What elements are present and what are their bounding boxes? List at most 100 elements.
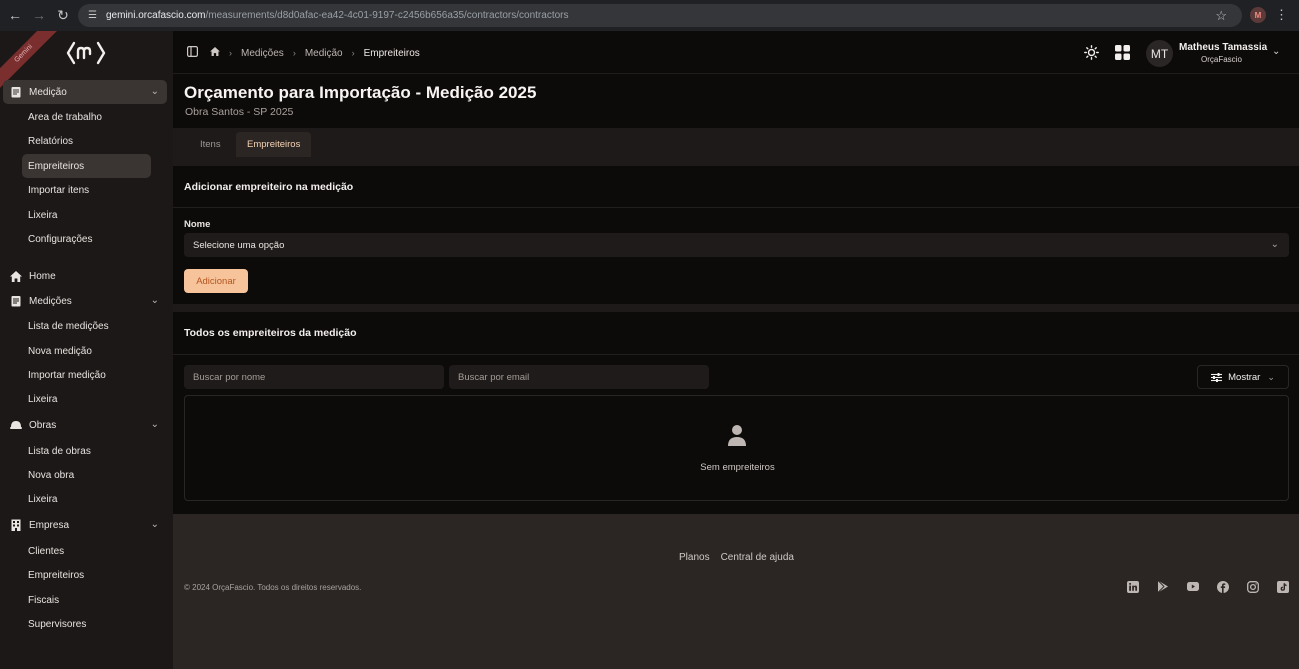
browser-profile-avatar[interactable]: M	[1250, 7, 1266, 23]
page-title: Orçamento para Importação - Medição 2025	[184, 83, 537, 102]
sidebar-item-importar-itens[interactable]: Importar itens	[22, 178, 151, 202]
sidebar-toggle-icon[interactable]	[187, 46, 199, 60]
sidebar-group-medicao[interactable]: Medição ⌄	[3, 80, 167, 104]
sidebar-item-supervisores[interactable]: Supervisores	[22, 612, 151, 636]
empty-state: Sem empreiteiros	[184, 395, 1289, 501]
breadcrumb: › Medições › Medição › Empreiteiros	[187, 46, 420, 60]
footer-link-central-de-ajuda[interactable]: Central de ajuda	[721, 552, 794, 563]
search-name-input[interactable]	[184, 365, 444, 389]
sun-icon[interactable]	[1084, 45, 1099, 60]
sidebar-item-relatorios[interactable]: Relatórios	[22, 129, 151, 153]
user-organization: OrçaFascio	[1201, 55, 1242, 64]
building-icon	[10, 519, 22, 531]
breadcrumb-medicoes[interactable]: Medições	[241, 48, 284, 59]
browser-toolbar: ← → ↻ ☰ gemini.orcafascio.com/measuremen…	[0, 0, 1299, 31]
contractor-select[interactable]: Selecione uma opção ⌄	[184, 233, 1289, 257]
sidebar-group-medicoes[interactable]: Medições ⌄	[3, 289, 167, 313]
add-button[interactable]: Adicionar	[184, 269, 248, 293]
play-icon[interactable]	[1156, 580, 1169, 593]
page-header: Orçamento para Importação - Medição 2025…	[173, 74, 1299, 128]
address-bar[interactable]: ☰ gemini.orcafascio.com/measurements/d8d…	[78, 4, 1242, 27]
chevron-right-icon: ›	[351, 48, 355, 58]
home-icon[interactable]	[210, 47, 220, 59]
sidebar: Gemini Medição ⌄ Area de trabalho Relató…	[0, 31, 173, 669]
empty-state-text: Sem empreiteiros	[700, 462, 775, 473]
youtube-icon[interactable]	[1186, 580, 1199, 593]
show-button-label: Mostrar	[1228, 371, 1261, 383]
back-icon[interactable]: ←	[2, 2, 28, 28]
sidebar-item-lista-de-obras[interactable]: Lista de obras	[22, 439, 151, 463]
card-title: Adicionar empreiteiro na medição	[184, 181, 354, 193]
sidebar-item-fiscais[interactable]: Fiscais	[22, 588, 151, 612]
chevron-right-icon: ›	[292, 48, 296, 58]
tabs: Itens Empreiteiros	[173, 128, 1299, 157]
footer-links: Planos Central de ajuda	[679, 552, 794, 563]
sidebar-item-importar-medicao[interactable]: Importar medição	[22, 363, 151, 387]
footer-link-planos[interactable]: Planos	[679, 552, 710, 563]
home-icon	[10, 270, 22, 282]
clipboard-icon	[10, 295, 22, 307]
instagram-icon[interactable]	[1246, 580, 1259, 593]
chevron-down-icon[interactable]: ⌄	[1272, 46, 1280, 57]
sidebar-item-nova-medicao[interactable]: Nova medição	[22, 339, 151, 363]
sidebar-item-lista-de-medicoes[interactable]: Lista de medições	[22, 314, 151, 338]
section-gap	[173, 157, 1299, 166]
divider	[173, 354, 1299, 355]
top-bar: › Medições › Medição › Empreiteiros MT M…	[173, 31, 1299, 74]
linkedin-icon[interactable]	[1126, 580, 1139, 593]
tab-empreiteiros[interactable]: Empreiteiros	[236, 132, 312, 157]
sidebar-item-empreiteiros[interactable]: Empreiteiros	[22, 563, 151, 587]
sidebar-group-label: Obras	[29, 419, 57, 431]
sidebar-group-empresa[interactable]: Empresa ⌄	[3, 513, 167, 537]
apps-grid-icon[interactable]	[1115, 45, 1130, 60]
divider	[173, 207, 1299, 208]
facebook-icon[interactable]	[1216, 580, 1229, 593]
chevron-down-icon: ⌄	[1270, 239, 1279, 250]
sidebar-group-obras[interactable]: Obras ⌄	[3, 413, 167, 437]
add-contractor-card: Adicionar empreiteiro na medição Nome Se…	[173, 166, 1299, 304]
footer: Planos Central de ajuda © 2024 OrçaFasci…	[173, 514, 1299, 669]
url-path: /measurements/d8d0afac-ea42-4c01-9197-c2…	[205, 10, 569, 21]
sliders-icon	[1211, 372, 1223, 382]
chevron-down-icon: ⌄	[1267, 371, 1275, 382]
copyright: © 2024 OrçaFascio. Todos os direitos res…	[184, 583, 362, 592]
helmet-icon	[10, 419, 22, 431]
card-title: Todos os empreiteiros da medição	[184, 327, 357, 339]
reload-icon[interactable]: ↻	[50, 2, 76, 28]
select-value: Selecione uma opção	[193, 239, 285, 251]
field-label-nome: Nome	[184, 219, 211, 230]
breadcrumb-medicao[interactable]: Medição	[305, 48, 343, 59]
user-name[interactable]: Matheus Tamassia	[1179, 42, 1267, 53]
sidebar-group-label: Home	[29, 270, 56, 282]
sidebar-item-empreiteiros[interactable]: Empreiteiros	[22, 154, 151, 178]
forward-icon[interactable]: →	[26, 2, 52, 28]
sidebar-group-label: Medição	[29, 86, 67, 98]
sidebar-item-nova-obra[interactable]: Nova obra	[22, 463, 151, 487]
chevron-down-icon: ⌄	[150, 86, 159, 97]
sidebar-item-area-de-trabalho[interactable]: Area de trabalho	[22, 105, 151, 129]
url-host: gemini.orcafascio.com	[106, 10, 206, 21]
sidebar-group-label: Empresa	[29, 519, 70, 531]
chevron-down-icon: ⌄	[150, 419, 159, 430]
sidebar-item-lixeira[interactable]: Lixeira	[22, 203, 151, 227]
tiktok-icon[interactable]	[1276, 580, 1289, 593]
sidebar-item-clientes[interactable]: Clientes	[22, 539, 151, 563]
sidebar-item-configuracoes[interactable]: Configurações	[22, 227, 151, 251]
contractors-list-card: Todos os empreiteiros da medição Mostrar…	[173, 312, 1299, 514]
sidebar-group-label: Medições	[29, 295, 72, 307]
bookmark-star-icon[interactable]: ☆	[1215, 8, 1227, 24]
sidebar-item-lixeira[interactable]: Lixeira	[22, 387, 151, 411]
show-columns-button[interactable]: Mostrar ⌄	[1197, 365, 1289, 389]
site-settings-icon[interactable]: ☰	[88, 10, 99, 21]
orcafascio-logo[interactable]	[65, 40, 107, 66]
sidebar-item-lixeira[interactable]: Lixeira	[22, 487, 151, 511]
search-email-input[interactable]	[449, 365, 709, 389]
browser-menu-icon[interactable]: ⋮	[1275, 7, 1288, 23]
avatar[interactable]: MT	[1146, 40, 1173, 67]
tab-itens[interactable]: Itens	[189, 132, 232, 157]
user-icon	[728, 425, 746, 446]
sidebar-item-home[interactable]: Home	[3, 264, 167, 288]
clipboard-icon	[10, 86, 22, 98]
page-subtitle: Obra Santos - SP 2025	[185, 106, 294, 118]
section-gap	[173, 304, 1299, 312]
